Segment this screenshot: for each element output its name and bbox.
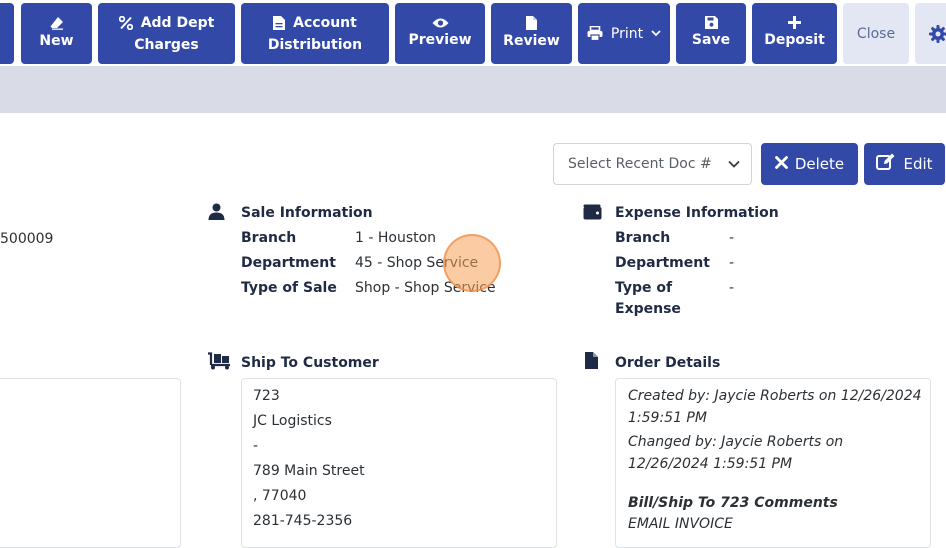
percent-icon [118, 15, 133, 30]
recent-doc-placeholder: Select Recent Doc # [568, 156, 712, 172]
changed-by-line1: Changed by: Jaycie Roberts on [628, 434, 844, 450]
ship-to-title: Ship To Customer [241, 355, 379, 371]
ship-to-line: 789 Main Street [253, 463, 365, 479]
close-icon [774, 155, 788, 173]
ship-to-line: JC Logistics [253, 413, 332, 429]
deposit-label: Deposit [764, 32, 825, 48]
user-icon [208, 203, 225, 224]
expense-department-value: - [729, 255, 735, 271]
plus-icon [788, 16, 801, 29]
comments-text: EMAIL INVOICE [628, 516, 733, 532]
expense-info-title: Expense Information [615, 205, 779, 221]
created-by-line1: Created by: Jaycie Roberts on 12/26/2024 [628, 388, 922, 404]
delete-button[interactable]: Delete [761, 143, 858, 185]
add-dept-charges-button[interactable]: Add Dept Charges [98, 3, 235, 64]
document-number: 500009 [0, 231, 54, 247]
chevron-down-icon [727, 157, 741, 175]
gear-icon [929, 24, 946, 43]
expense-department-label: Department [615, 255, 710, 271]
toolbar: New Add Dept Charges Account Distributio… [0, 0, 946, 66]
wallet-icon [583, 204, 602, 224]
changed-by-line2: 12/26/2024 1:59:51 PM [628, 456, 793, 472]
add-dept-charges-label-1: Add Dept [140, 14, 215, 31]
deposit-button[interactable]: Deposit [752, 3, 837, 64]
order-details-title: Order Details [615, 355, 721, 371]
file-icon [585, 352, 598, 373]
eye-icon [432, 17, 449, 29]
recent-doc-select[interactable]: Select Recent Doc # [553, 143, 752, 185]
review-button[interactable]: Review [491, 3, 572, 64]
expense-branch-value: - [729, 230, 735, 246]
expense-type-label-line1: Type of [615, 280, 673, 296]
print-label: Print [610, 25, 644, 42]
sale-info-title: Sale Information [241, 205, 373, 221]
created-by-line2: 1:59:51 PM [628, 410, 707, 426]
printer-icon [587, 26, 603, 41]
comments-title: Bill/Ship To 723 Comments [628, 495, 838, 511]
close-label: Close [856, 25, 896, 42]
dolly-icon [207, 352, 231, 374]
file-icon [273, 15, 286, 30]
click-indicator [443, 234, 501, 292]
save-label: Save [691, 32, 731, 48]
ship-to-line: , 77040 [253, 488, 307, 504]
print-dropdown-button[interactable]: Print [578, 3, 670, 64]
save-button[interactable]: Save [676, 3, 746, 64]
ship-to-line: 723 [253, 388, 280, 404]
account-distribution-label-1: Account [293, 14, 357, 31]
preview-label: Preview [408, 31, 472, 48]
expense-type-value: - [729, 280, 735, 296]
account-distribution-button[interactable]: Account Distribution [241, 3, 389, 64]
new-button[interactable]: New [21, 3, 92, 64]
ship-to-line: - [253, 438, 259, 454]
close-button[interactable]: Close [843, 3, 909, 64]
edit-button[interactable]: Edit [864, 143, 945, 185]
sale-branch-label: Branch [241, 230, 297, 246]
sale-type-label: Type of Sale [241, 280, 337, 296]
edit-label: Edit [903, 155, 933, 173]
bill-to-box-partial [0, 378, 181, 548]
floppy-icon [704, 16, 718, 29]
subheader-bar [0, 66, 946, 113]
sale-branch-value: 1 - Houston [355, 230, 437, 246]
preview-button[interactable]: Preview [395, 3, 485, 64]
add-dept-charges-label-2: Charges [134, 36, 199, 53]
settings-button[interactable] [915, 3, 946, 64]
edit-icon [876, 153, 896, 175]
new-label: New [39, 32, 74, 49]
expense-branch-label: Branch [615, 230, 671, 246]
delete-label: Delete [794, 155, 845, 173]
expense-type-label-line2: Expense [615, 301, 681, 317]
eraser-icon [50, 16, 64, 30]
review-label: Review [503, 32, 560, 49]
ship-to-line: 281-745-2356 [253, 513, 353, 529]
chevron-down-icon [651, 30, 661, 37]
file-icon [526, 15, 537, 30]
sale-department-label: Department [241, 255, 336, 271]
account-distribution-label-2: Distribution [267, 36, 363, 53]
toolbar-partial-button[interactable] [0, 3, 14, 64]
